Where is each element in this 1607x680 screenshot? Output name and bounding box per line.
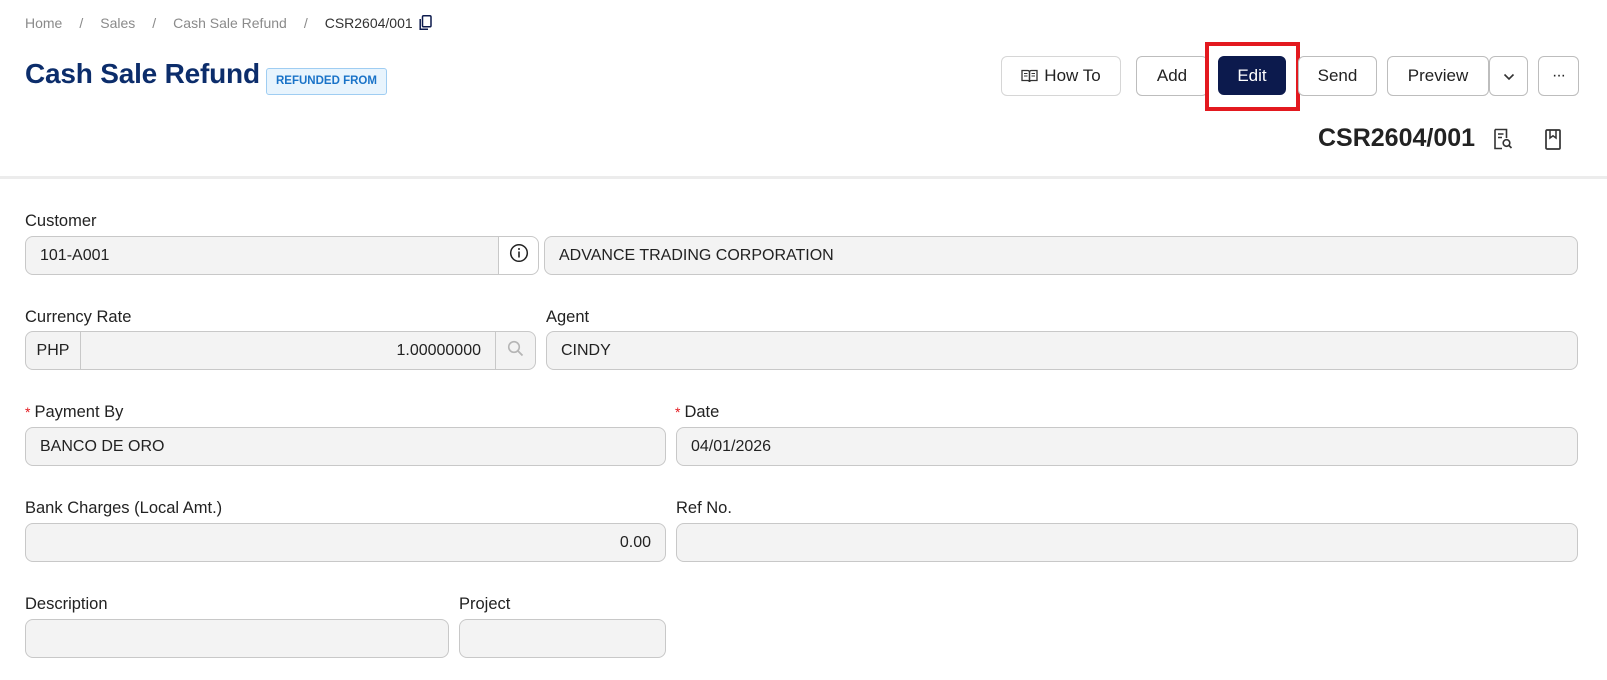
how-to-label: How To: [1044, 66, 1101, 85]
breadcrumb-cash-sale-refund[interactable]: Cash Sale Refund: [173, 15, 287, 31]
payment-by-field[interactable]: BANCO DE ORO: [25, 427, 666, 466]
date-value: 04/01/2026: [691, 437, 772, 455]
payment-by-value: BANCO DE ORO: [40, 437, 165, 455]
bank-charges-value: 0.00: [619, 533, 651, 551]
currency-code-value: PHP: [36, 341, 70, 359]
currency-search-button[interactable]: [495, 331, 536, 370]
bank-charges-label: Bank Charges (Local Amt.): [25, 499, 223, 517]
project-label: Project: [459, 595, 511, 613]
date-label-text: Date: [684, 403, 720, 421]
breadcrumb: Home / Sales / Cash Sale Refund / CSR260…: [25, 13, 432, 33]
customer-code-value: 101-A001: [40, 246, 110, 264]
preview-dropdown-button[interactable]: [1489, 56, 1528, 96]
payment-by-label: * Payment By: [25, 403, 123, 422]
currency-code-field: PHP: [25, 331, 81, 370]
info-icon: [509, 243, 529, 268]
currency-rate-field[interactable]: 1.00000000: [80, 331, 496, 370]
breadcrumb-home[interactable]: Home: [25, 15, 62, 31]
status-badge: REFUNDED FROM: [266, 68, 387, 95]
date-label: * Date: [675, 403, 719, 422]
agent-field[interactable]: CINDY: [546, 331, 1578, 370]
chevron-down-icon: [1503, 66, 1515, 86]
ref-no-field[interactable]: [676, 523, 1578, 562]
breadcrumb-separator: /: [79, 15, 84, 31]
customer-info-button[interactable]: [498, 236, 539, 275]
description-label: Description: [25, 595, 108, 613]
breadcrumb-current: CSR2604/001: [324, 15, 413, 31]
required-mark: *: [675, 404, 681, 420]
customer-label: Customer: [25, 212, 97, 230]
customer-name-value: ADVANCE TRADING CORPORATION: [559, 246, 834, 264]
how-to-button[interactable]: How To: [1001, 56, 1121, 96]
required-mark: *: [25, 404, 31, 420]
project-field[interactable]: [459, 619, 666, 658]
bookmark-icon[interactable]: [1540, 126, 1566, 152]
customer-code-field[interactable]: 101-A001: [25, 236, 499, 275]
payment-by-label-text: Payment By: [34, 403, 124, 421]
customer-name-field[interactable]: ADVANCE TRADING CORPORATION: [544, 236, 1578, 275]
document-number: CSR2604/001: [1318, 124, 1476, 152]
breadcrumb-separator: /: [152, 15, 157, 31]
agent-value: CINDY: [561, 341, 611, 359]
more-options-button[interactable]: ···: [1538, 56, 1579, 96]
send-button[interactable]: Send: [1298, 56, 1377, 96]
add-button[interactable]: Add: [1136, 56, 1208, 96]
copy-icon[interactable]: [419, 15, 432, 31]
breadcrumb-sales[interactable]: Sales: [100, 15, 135, 31]
ref-no-label: Ref No.: [676, 499, 732, 517]
book-icon: [1021, 69, 1038, 83]
page-title: Cash Sale Refund: [25, 58, 260, 89]
agent-label: Agent: [546, 308, 590, 326]
description-field[interactable]: [25, 619, 449, 658]
edit-button[interactable]: Edit: [1218, 56, 1286, 95]
currency-rate-label: Currency Rate: [25, 308, 132, 326]
document-search-icon[interactable]: [1490, 126, 1516, 152]
bank-charges-field[interactable]: 0.00: [25, 523, 666, 562]
date-field[interactable]: 04/01/2026: [676, 427, 1578, 466]
preview-button[interactable]: Preview: [1387, 56, 1489, 96]
more-icon: ···: [1552, 67, 1566, 84]
header-divider: [0, 176, 1607, 179]
breadcrumb-separator: /: [303, 15, 308, 31]
search-icon: [507, 340, 524, 362]
currency-rate-value: 1.00000000: [396, 341, 481, 359]
